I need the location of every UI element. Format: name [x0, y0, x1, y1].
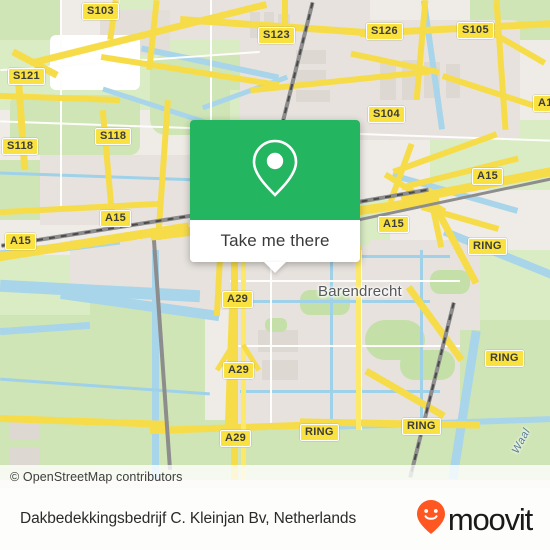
road-shield: S104 [368, 106, 405, 123]
moovit-brand[interactable]: moovit [416, 499, 550, 540]
callout-footer[interactable]: Take me there [190, 220, 360, 273]
callout-tail [264, 262, 286, 273]
road-shield: RING [485, 350, 524, 367]
map-minor-road [270, 250, 272, 430]
road-shield: S123 [258, 27, 295, 44]
map-building [296, 90, 330, 102]
road-shield: A29 [223, 362, 255, 379]
road-shield: A15 [472, 168, 504, 185]
map-park [430, 270, 470, 294]
map-building [10, 448, 40, 466]
map-building [380, 60, 396, 100]
place-label: Barendrecht [318, 283, 402, 300]
road-shield: A15 [100, 210, 132, 227]
moovit-smiley-pin-icon [416, 499, 446, 540]
map-minor-road [60, 0, 62, 210]
map-park [400, 350, 455, 380]
road-shield: S118 [95, 128, 132, 145]
map-minor-road [230, 345, 460, 347]
road-shield: S121 [8, 68, 45, 85]
map-park [265, 318, 287, 332]
moovit-wordmark: moovit [447, 501, 533, 537]
attribution-text[interactable]: © OpenStreetMap contributors [0, 470, 183, 484]
map-stream [330, 250, 333, 420]
road-shield: S105 [457, 22, 494, 39]
map-stream [420, 250, 423, 420]
map-building [258, 330, 298, 352]
footer-bar: Dakbedekkingsbedrijf C. Kleinjan Bv, Net… [0, 488, 550, 550]
road-shield: A16 [533, 95, 550, 112]
road-shield: RING [402, 418, 441, 435]
map-pin-icon [251, 137, 299, 204]
road-shield: S103 [82, 3, 119, 20]
location-callout-card[interactable]: Take me there [190, 120, 360, 273]
road-shield: A15 [378, 216, 410, 233]
road-shield: S118 [2, 138, 39, 155]
road-shield: S126 [366, 23, 403, 40]
road-shield: RING [468, 238, 507, 255]
take-me-there-label: Take me there [220, 231, 330, 250]
place-title: Dakbedekkingsbedrijf C. Kleinjan Bv, Net… [20, 510, 357, 527]
road-shield: A15 [5, 233, 37, 250]
map-building [262, 360, 298, 380]
map-road-yellow [356, 245, 361, 430]
road-shield: A29 [222, 291, 254, 308]
callout-header [190, 120, 360, 220]
map-screenshot: S103 S123 S126 S105 S121 S118 S104 A16 S118 A15 A1… [0, 0, 550, 550]
map-minor-road [230, 280, 460, 282]
road-shield: RING [300, 424, 339, 441]
map-attribution-bar: © OpenStreetMap contributors [0, 465, 550, 488]
road-shield: A29 [220, 430, 252, 447]
